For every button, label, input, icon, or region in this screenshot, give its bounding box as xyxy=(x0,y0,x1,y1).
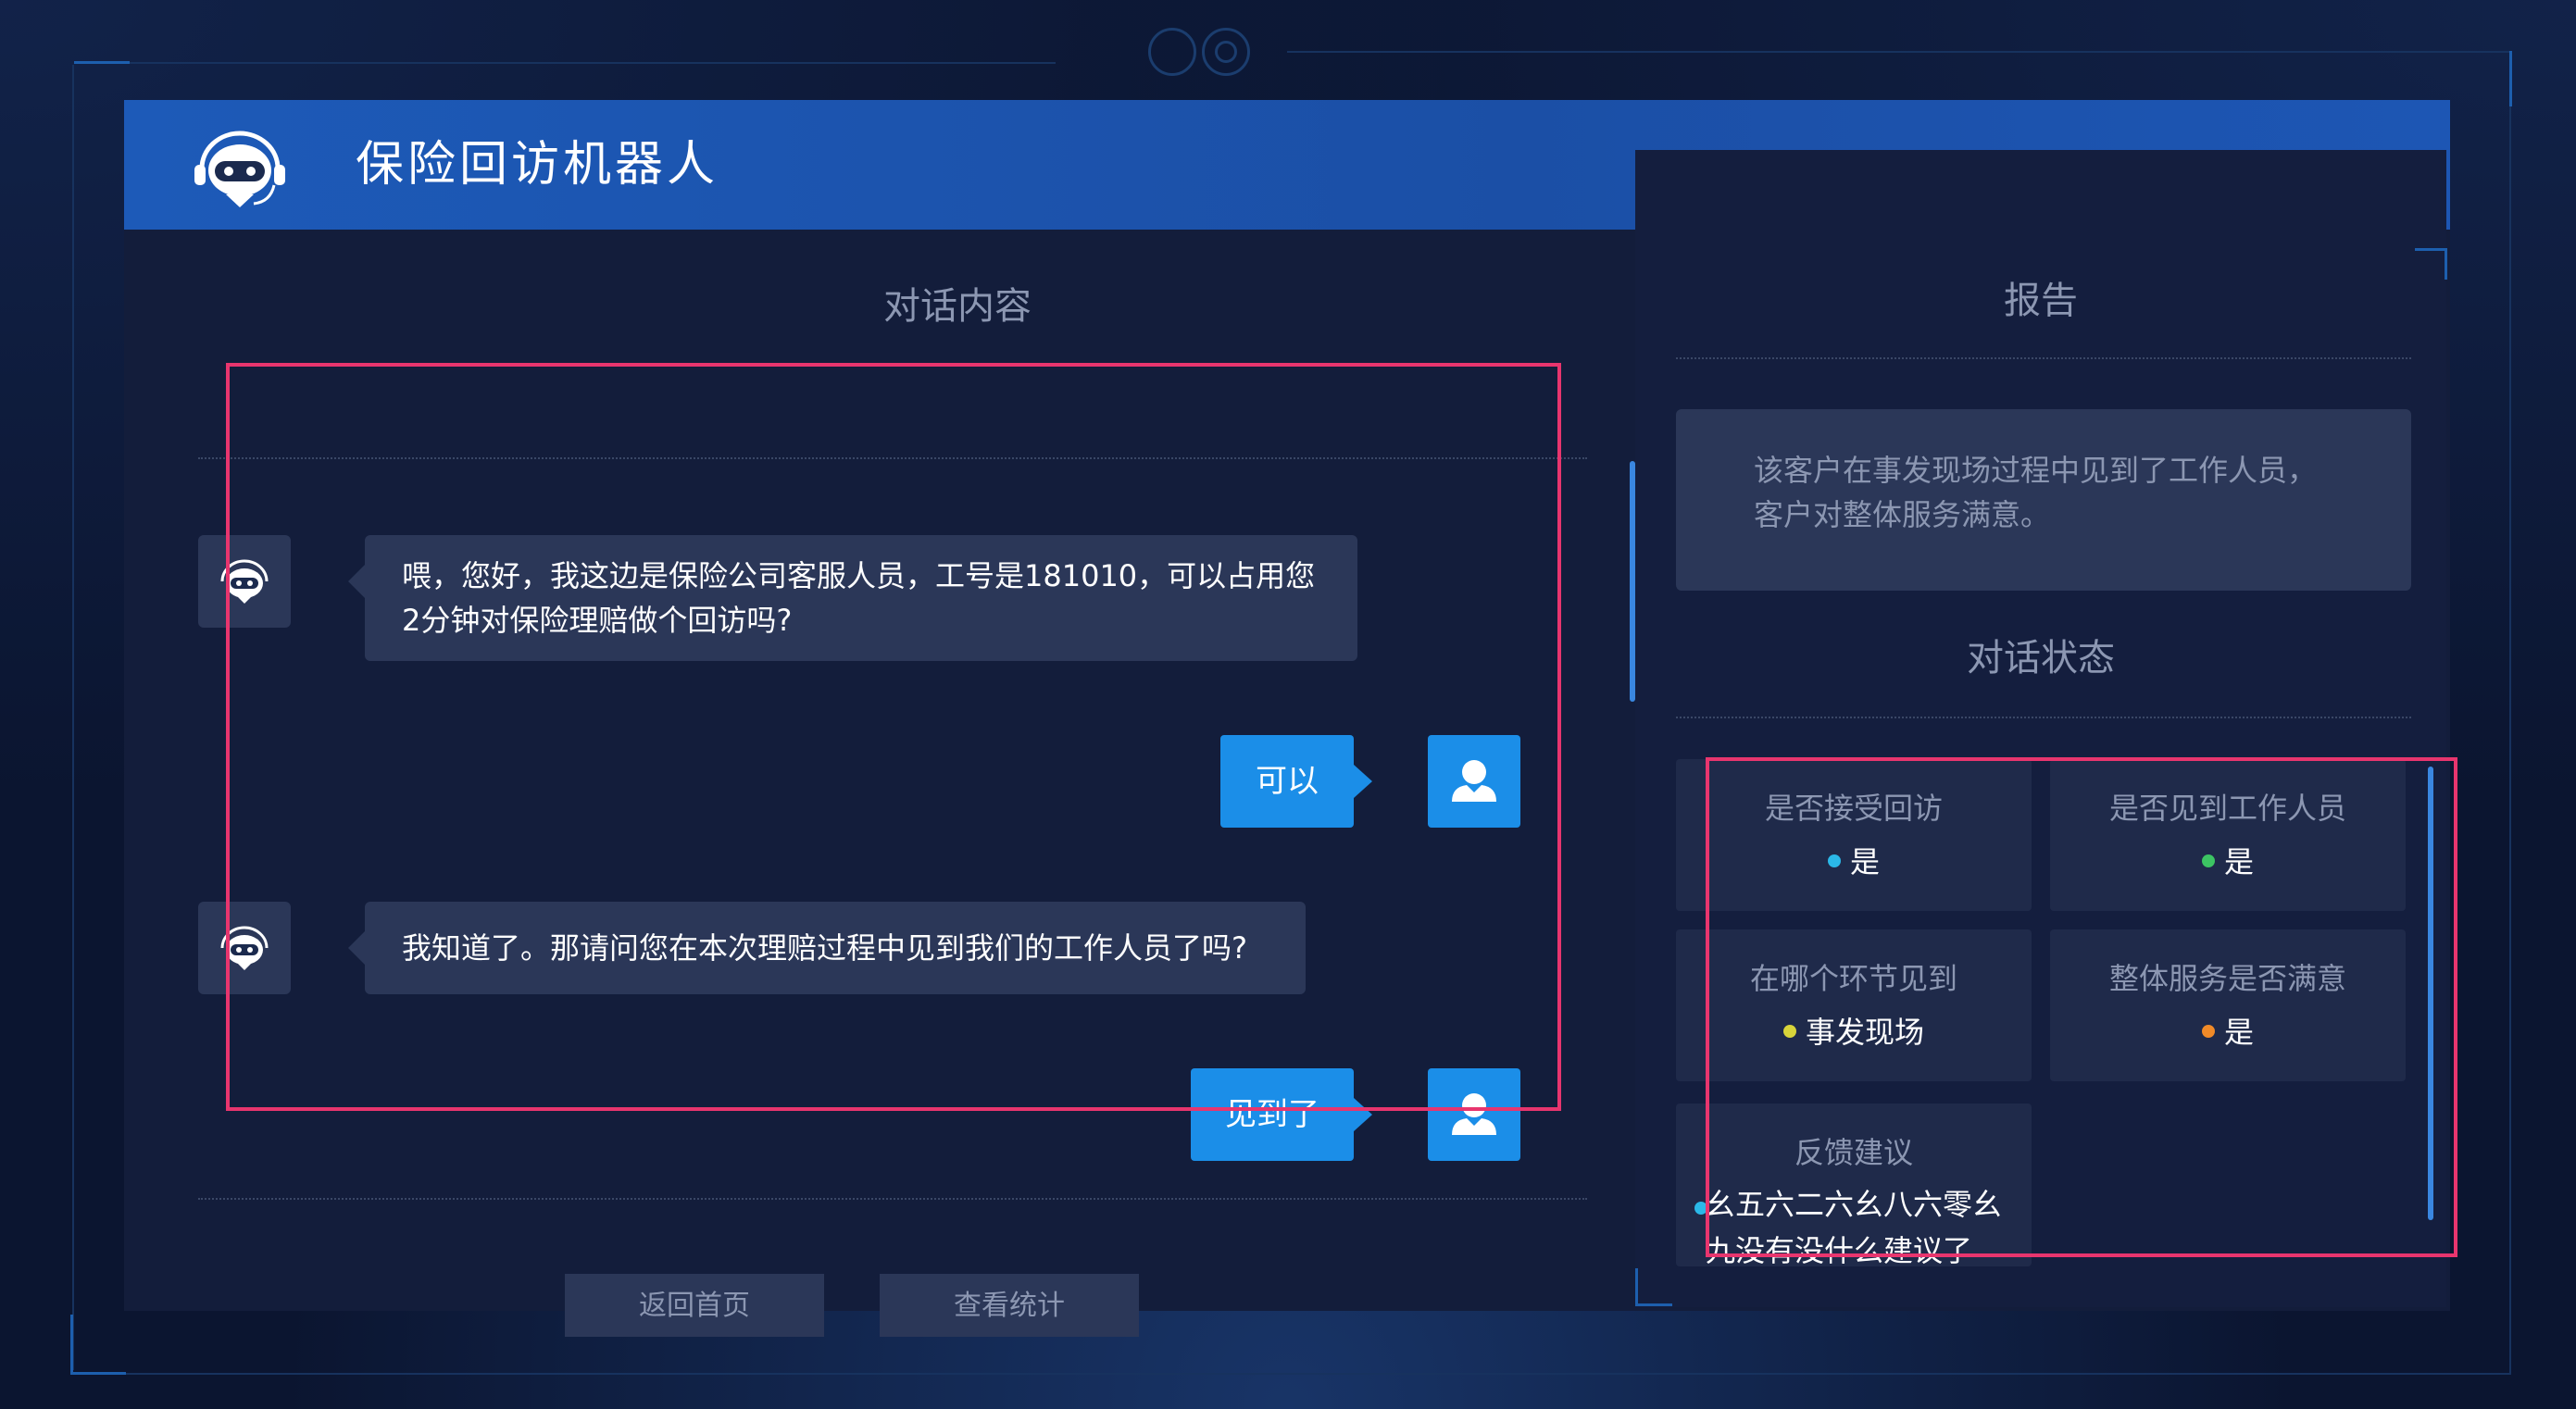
app-title: 保险回访机器人 xyxy=(356,137,719,193)
top-decoration-icon xyxy=(1139,26,1278,76)
report-corner-deco xyxy=(1635,1303,1672,1306)
frame-bottom-line xyxy=(126,1373,2511,1375)
frame-top-line xyxy=(130,62,1056,64)
frame-right-corner xyxy=(2509,51,2512,106)
report-corner-deco xyxy=(1635,1268,1638,1305)
report-divider xyxy=(1676,357,2411,359)
robot-logo-icon xyxy=(194,131,285,207)
report-corner-deco xyxy=(2415,248,2446,251)
frame-left-line xyxy=(72,65,74,1370)
return-home-button[interactable]: 返回首页 xyxy=(565,1274,824,1337)
status-highlight-box xyxy=(1706,757,2457,1257)
view-stats-button[interactable]: 查看统计 xyxy=(880,1274,1139,1337)
frame-top-right-line xyxy=(1287,51,2509,53)
frame-bottom-left-corner xyxy=(70,1315,73,1374)
frame-right-line xyxy=(2509,106,2511,1375)
status-divider xyxy=(1676,717,2411,718)
conversation-title: 对话内容 xyxy=(883,285,1032,328)
status-title: 对话状态 xyxy=(1967,637,2115,680)
report-title: 报告 xyxy=(2004,280,2078,322)
conversation-bottom-divider xyxy=(198,1198,1587,1200)
frame-bottom-left-line xyxy=(70,1372,126,1375)
report-summary: 该客户在事发现场过程中见到了工作人员，客户对整体服务满意。 xyxy=(1676,409,2411,591)
frame-top-left-line xyxy=(74,61,130,64)
conversation-highlight-box xyxy=(226,363,1561,1111)
